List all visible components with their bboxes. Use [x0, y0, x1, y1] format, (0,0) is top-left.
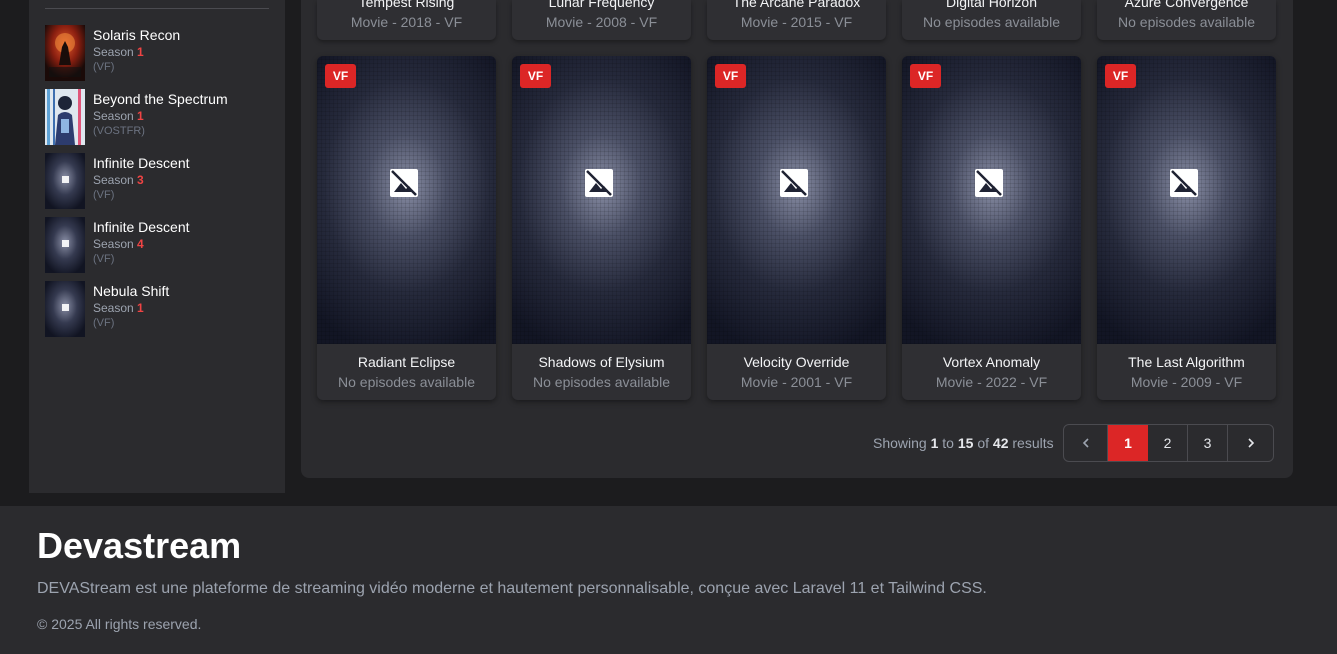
- media-card-title: Vortex Anomaly: [942, 354, 1041, 370]
- language-badge: VF: [910, 64, 941, 88]
- sidebar-item-title: Nebula Shift: [93, 283, 170, 299]
- results-summary: Showing 1 to 15 of 42 results: [873, 435, 1054, 451]
- media-card-title: Digital Horizon: [945, 0, 1038, 10]
- media-card-subtitle: No episodes available: [1118, 14, 1255, 30]
- sidebar-item-title: Infinite Descent: [93, 219, 190, 235]
- sidebar-item-infinite-descent-s3[interactable]: Infinite Descent Season 3 (VF): [45, 153, 269, 209]
- footer-brand: Devastream: [37, 525, 242, 566]
- sidebar-item-language: (VOSTFR): [93, 125, 145, 137]
- language-badge: VF: [715, 64, 746, 88]
- media-card-subtitle: Movie - 2008 - VF: [545, 14, 658, 30]
- no-image-icon: [975, 169, 1003, 197]
- page-button-2[interactable]: 2: [1148, 425, 1188, 461]
- sidebar-item-language: (VF): [93, 317, 115, 329]
- media-card[interactable]: Tempest Rising Movie - 2018 - VF: [317, 0, 496, 40]
- media-card-title: Lunar Frequency: [548, 0, 655, 10]
- media-card-title: The Last Algorithm: [1128, 354, 1245, 370]
- media-card[interactable]: VF The Last Algorithm Movie - 2009 - VF: [1097, 56, 1276, 400]
- poster-placeholder: [902, 56, 1081, 344]
- media-card[interactable]: VF Shadows of Elysium No episodes availa…: [512, 56, 691, 400]
- sidebar-item-beyond-the-spectrum[interactable]: Beyond the Spectrum Season 1 (VOSTFR): [45, 89, 269, 145]
- language-badge: VF: [520, 64, 551, 88]
- media-card[interactable]: Lunar Frequency Movie - 2008 - VF: [512, 0, 691, 40]
- sidebar-item-season: Season 3: [93, 173, 144, 187]
- no-image-icon: [585, 169, 613, 197]
- pagination: 1 2 3: [1063, 424, 1274, 462]
- media-card[interactable]: Azure Convergence No episodes available: [1097, 0, 1276, 40]
- media-card-subtitle: No episodes available: [533, 374, 670, 390]
- chevron-right-icon: [1247, 438, 1254, 448]
- media-card-subtitle: Movie - 2001 - VF: [740, 374, 853, 390]
- sidebar-divider: [45, 8, 269, 9]
- footer-copyright: © 2025 All rights reserved.: [37, 616, 202, 632]
- catalog-panel: Tempest Rising Movie - 2018 - VF Lunar F…: [301, 0, 1293, 478]
- poster-placeholder: [512, 56, 691, 344]
- sidebar-item-language: (VF): [93, 61, 115, 73]
- poster-thumbnail: [45, 281, 85, 337]
- next-page-button[interactable]: [1228, 425, 1273, 461]
- page-button-3[interactable]: 3: [1188, 425, 1228, 461]
- sidebar-item-language: (VF): [93, 189, 115, 201]
- footer: Devastream DEVAStream est une plateforme…: [0, 506, 1337, 654]
- media-card-title: Velocity Override: [743, 354, 850, 370]
- sidebar-item-title: Infinite Descent: [93, 155, 190, 171]
- poster-thumbnail: [45, 217, 85, 273]
- media-card-title: Radiant Eclipse: [357, 354, 456, 370]
- sidebar-item-title: Solaris Recon: [93, 27, 181, 43]
- sidebar-item-infinite-descent-s4[interactable]: Infinite Descent Season 4 (VF): [45, 217, 269, 273]
- media-card-title: Tempest Rising: [358, 0, 455, 10]
- media-card-subtitle: Movie - 2009 - VF: [1130, 374, 1243, 390]
- sidebar: Solaris Recon Season 1 (VF) Beyond the S…: [29, 0, 285, 493]
- media-card-title: The Arcane Paradox: [732, 0, 861, 10]
- footer-description: DEVAStream est une plateforme de streami…: [37, 580, 987, 597]
- media-card-title: Azure Convergence: [1124, 0, 1249, 10]
- media-card-subtitle: Movie - 2022 - VF: [935, 374, 1048, 390]
- page-button-1[interactable]: 1: [1108, 425, 1148, 461]
- poster-placeholder: [707, 56, 886, 344]
- sidebar-item-title: Beyond the Spectrum: [93, 91, 228, 107]
- language-badge: VF: [325, 64, 356, 88]
- media-card[interactable]: The Arcane Paradox Movie - 2015 - VF: [707, 0, 886, 40]
- no-image-icon: [1170, 169, 1198, 197]
- media-card-subtitle: Movie - 2015 - VF: [740, 14, 853, 30]
- poster-thumbnail: [45, 25, 85, 81]
- sidebar-item-solaris-recon[interactable]: Solaris Recon Season 1 (VF): [45, 25, 269, 81]
- media-card-subtitle: No episodes available: [338, 374, 475, 390]
- media-card-title: Shadows of Elysium: [538, 354, 665, 370]
- no-image-icon: [780, 169, 808, 197]
- media-card[interactable]: Digital Horizon No episodes available: [902, 0, 1081, 40]
- language-badge: VF: [1105, 64, 1136, 88]
- media-card-subtitle: Movie - 2018 - VF: [350, 14, 463, 30]
- sidebar-item-season: Season 4: [93, 237, 144, 251]
- sidebar-item-nebula-shift[interactable]: Nebula Shift Season 1 (VF): [45, 281, 269, 337]
- sidebar-item-language: (VF): [93, 253, 115, 265]
- poster-placeholder: [317, 56, 496, 344]
- media-card[interactable]: VF Vortex Anomaly Movie - 2022 - VF: [902, 56, 1081, 400]
- prev-page-button[interactable]: [1064, 425, 1108, 461]
- poster-thumbnail: [45, 153, 85, 209]
- chevron-left-icon: [1082, 438, 1089, 448]
- sidebar-item-season: Season 1: [93, 45, 144, 59]
- no-image-icon: [390, 169, 418, 197]
- poster-placeholder: [1097, 56, 1276, 344]
- media-card[interactable]: VF Radiant Eclipse No episodes available: [317, 56, 496, 400]
- sidebar-item-season: Season 1: [93, 301, 144, 315]
- poster-thumbnail: [45, 89, 85, 145]
- sidebar-item-season: Season 1: [93, 109, 144, 123]
- media-card[interactable]: VF Velocity Override Movie - 2001 - VF: [707, 56, 886, 400]
- media-card-subtitle: No episodes available: [923, 14, 1060, 30]
